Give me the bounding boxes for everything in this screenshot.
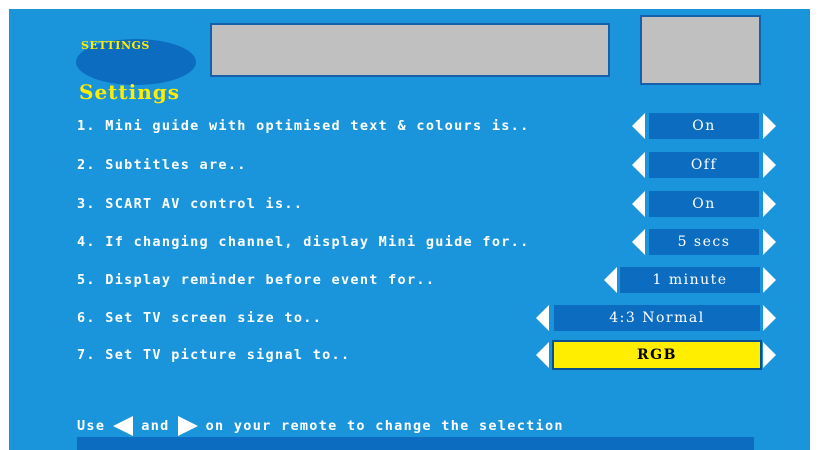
left-arrow-icon[interactable]: [632, 229, 645, 255]
left-arrow-icon[interactable]: [632, 113, 645, 139]
setting-value-7: RGB: [552, 340, 762, 370]
logo-text: SETTINGS: [81, 39, 150, 52]
setting-label-4: 4. If changing channel, display Mini gui…: [77, 234, 530, 250]
footer-rest: on your remote to change the selection: [205, 418, 564, 434]
right-arrow-icon[interactable]: [763, 229, 776, 255]
setting-selector-2[interactable]: Off: [632, 150, 778, 180]
footer-hint: Use and on your remote to change the sel…: [77, 416, 564, 436]
tv-screen: SETTINGS Settings 1. Mini guide with opt…: [9, 9, 810, 450]
right-arrow-icon[interactable]: [763, 191, 776, 217]
setting-selector-3[interactable]: On: [632, 189, 778, 219]
right-arrow-icon[interactable]: [763, 342, 776, 368]
setting-selector-6[interactable]: 4:3 Normal: [536, 303, 778, 333]
setting-selector-1[interactable]: On: [632, 111, 778, 141]
left-arrow-icon[interactable]: [536, 342, 549, 368]
setting-value-4: 5 secs: [649, 229, 759, 255]
setting-label-7: 7. Set TV picture signal to..: [77, 347, 351, 363]
setting-value-6: 4:3 Normal: [554, 305, 760, 331]
video-thumbnail: [640, 15, 761, 85]
setting-value-3: On: [649, 191, 759, 217]
left-arrow-icon[interactable]: [536, 305, 549, 331]
right-arrow-icon[interactable]: [763, 113, 776, 139]
setting-label-2: 2. Subtitles are..: [77, 157, 247, 173]
setting-selector-5[interactable]: 1 minute: [604, 265, 778, 295]
right-arrow-icon[interactable]: [763, 305, 776, 331]
footer-use: Use: [77, 418, 106, 434]
setting-value-2: Off: [649, 152, 759, 178]
setting-label-3: 3. SCART AV control is..: [77, 196, 304, 212]
setting-value-5: 1 minute: [620, 267, 760, 293]
right-arrow-icon[interactable]: [763, 267, 776, 293]
left-arrow-icon[interactable]: [632, 152, 645, 178]
setting-selector-7[interactable]: RGB: [536, 340, 778, 370]
setting-label-6: 6. Set TV screen size to..: [77, 310, 323, 326]
footer-and: and: [141, 418, 170, 434]
banner-placeholder: [210, 23, 610, 77]
footer-bar: [77, 437, 754, 450]
setting-selector-4[interactable]: 5 secs: [632, 227, 778, 257]
left-arrow-icon[interactable]: [632, 191, 645, 217]
setting-value-1: On: [649, 113, 759, 139]
setting-label-5: 5. Display reminder before event for..: [77, 272, 436, 288]
right-arrow-icon: [177, 416, 198, 436]
left-arrow-icon[interactable]: [604, 267, 617, 293]
setting-label-1: 1. Mini guide with optimised text & colo…: [77, 118, 530, 134]
right-arrow-icon[interactable]: [763, 152, 776, 178]
page-title: Settings: [79, 80, 181, 104]
left-arrow-icon: [113, 416, 134, 436]
